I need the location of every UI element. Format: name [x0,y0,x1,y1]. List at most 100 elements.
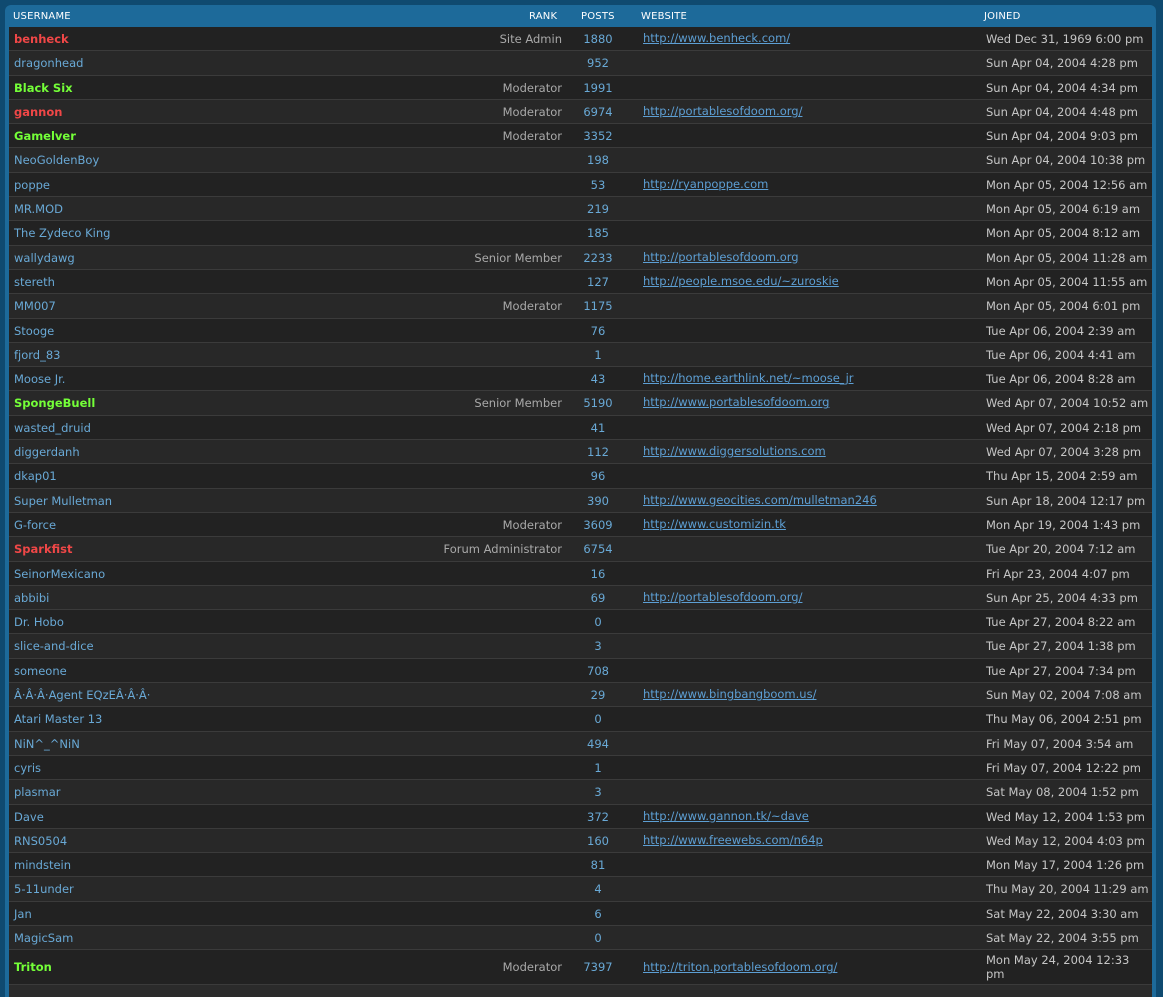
member-posts-link[interactable]: 219 [569,202,627,216]
member-website-link[interactable]: http://www.geocities.com/mulletman246 [643,493,877,507]
member-website-link[interactable]: http://ryanpoppe.com [643,177,768,191]
member-website-link[interactable]: http://portablesofdoom.org [643,250,799,264]
member-username-link[interactable]: 5-11under [14,882,74,896]
member-posts-link[interactable]: 76 [569,324,627,338]
member-website-link[interactable]: http://portablesofdoom.org/ [643,104,802,118]
member-username-link[interactable]: fjord_83 [14,348,61,362]
member-posts-link[interactable]: 81 [569,858,627,872]
member-username-link[interactable]: Jan [14,907,32,921]
member-posts-link[interactable]: 0 [569,615,627,629]
member-username-link[interactable]: Sparkfist [14,542,72,556]
member-username-link[interactable]: gannon [14,105,62,119]
member-username-link[interactable]: NiN^_^NiN [14,737,80,751]
member-joined-date: Fri Apr 23, 2004 4:07 pm [986,566,1130,581]
member-posts-link[interactable]: 3 [569,639,627,653]
member-username-link[interactable]: MM007 [14,299,56,313]
member-posts-link[interactable]: 6754 [569,542,627,556]
member-username-link[interactable]: MagicSam [14,931,73,945]
member-website-link[interactable]: http://www.portablesofdoom.org [643,395,829,409]
member-username-link[interactable]: poppe [14,178,50,192]
member-posts-link[interactable]: 708 [569,664,627,678]
member-posts-link[interactable]: 0 [569,931,627,945]
member-username-link[interactable]: diggerdanh [14,445,80,459]
member-posts-link[interactable]: 1880 [569,32,627,46]
member-username-link[interactable]: someone [14,664,67,678]
member-username-link[interactable]: Moose Jr. [14,372,65,386]
member-posts-link[interactable]: 2233 [569,251,627,265]
member-posts-link[interactable]: 112 [569,445,627,459]
member-posts-link[interactable]: 160 [569,834,627,848]
member-username-link[interactable]: NeoGoldenBoy [14,153,99,167]
header-username[interactable]: USERNAME [13,11,71,22]
member-posts-link[interactable]: 952 [569,56,627,70]
member-username-link[interactable]: Stooge [14,324,54,338]
member-posts-link[interactable]: 6 [569,907,627,921]
member-posts-link[interactable]: 185 [569,226,627,240]
member-posts-link[interactable]: 53 [569,178,627,192]
member-posts-link[interactable]: 5190 [569,396,627,410]
header-joined[interactable]: JOINED [984,11,1020,22]
member-website-link[interactable]: http://www.bingbangboom.us/ [643,687,816,701]
member-username-link[interactable]: benheck [14,32,69,46]
member-posts-link[interactable]: 198 [569,153,627,167]
member-website-link[interactable]: http://www.diggersolutions.com [643,444,826,458]
member-posts-link[interactable]: 3 [569,785,627,799]
member-posts-link[interactable]: 6974 [569,105,627,119]
member-username-link[interactable]: dragonhead [14,56,83,70]
member-username-link[interactable]: Triton [14,960,52,974]
member-username-link[interactable]: Atari Master 13 [14,712,102,726]
member-posts-link[interactable]: 1 [569,761,627,775]
member-posts-link[interactable]: 7397 [569,960,627,974]
member-posts-link[interactable]: 390 [569,494,627,508]
member-username-link[interactable]: MR.MOD [14,202,63,216]
member-row: dragonhead 952 Sun Apr 04, 2004 4:28 pm [9,51,1152,76]
member-username-link[interactable]: cyris [14,761,41,775]
member-website-link[interactable]: http://www.freewebs.com/n64p [643,833,823,847]
member-username-link[interactable]: plasmar [14,785,61,799]
member-posts-link[interactable]: 4 [569,882,627,896]
member-website-link[interactable]: http://www.gannon.tk/~dave [643,809,809,823]
member-username-link[interactable]: SpongeBuell [14,396,95,410]
member-username-link[interactable]: dkap01 [14,469,57,483]
member-posts-link[interactable]: 1 [569,348,627,362]
member-website-link[interactable]: http://www.customizin.tk [643,517,786,531]
member-username-link[interactable]: Gamelver [14,129,76,143]
member-website-link[interactable]: http://portablesofdoom.org/ [643,590,802,604]
member-posts-link[interactable]: 494 [569,737,627,751]
header-website[interactable]: WEBSITE [641,11,687,22]
header-posts[interactable]: POSTS [581,11,615,22]
member-username-link[interactable]: Super Mulletman [14,494,112,508]
member-posts-link[interactable]: 372 [569,810,627,824]
member-username-link[interactable]: wasted_druid [14,421,91,435]
member-username-link[interactable]: G-force [14,518,56,532]
header-rank[interactable]: RANK [529,11,557,22]
member-username-link[interactable]: RNS0504 [14,834,67,848]
member-username-link[interactable]: SeinorMexicano [14,567,105,581]
member-posts-link[interactable]: 69 [569,591,627,605]
member-posts-link[interactable]: 3609 [569,518,627,532]
member-website-link[interactable]: http://www.benheck.com/ [643,31,790,45]
member-posts-link[interactable]: 1175 [569,299,627,313]
member-website-link[interactable]: http://people.msoe.edu/~zuroskie [643,274,839,288]
member-posts-link[interactable]: 3352 [569,129,627,143]
member-posts-link[interactable]: 96 [569,469,627,483]
member-website-link[interactable]: http://home.earthlink.net/~moose_jr [643,371,854,385]
member-username-link[interactable]: Black Six [14,81,73,95]
member-username-link[interactable]: Dr. Hobo [14,615,64,629]
member-username-link[interactable]: abbibi [14,591,49,605]
member-posts-link[interactable]: 43 [569,372,627,386]
member-website-link[interactable]: http://triton.portablesofdoom.org/ [643,960,837,974]
member-username-link[interactable]: The Zydeco King [14,226,110,240]
member-posts-link[interactable]: 29 [569,688,627,702]
member-posts-link[interactable]: 1991 [569,81,627,95]
member-posts-link[interactable]: 127 [569,275,627,289]
member-posts-link[interactable]: 16 [569,567,627,581]
member-username-link[interactable]: Dave [14,810,44,824]
member-posts-link[interactable]: 41 [569,421,627,435]
member-username-link[interactable]: mindstein [14,858,71,872]
member-posts-link[interactable]: 0 [569,712,627,726]
member-username-link[interactable]: wallydawg [14,251,75,265]
member-username-link[interactable]: slice-and-dice [14,639,94,653]
member-username-link[interactable]: Â·Â·Â·Agent EQzEÂ·Â·Â· [14,688,150,702]
member-username-link[interactable]: stereth [14,275,55,289]
